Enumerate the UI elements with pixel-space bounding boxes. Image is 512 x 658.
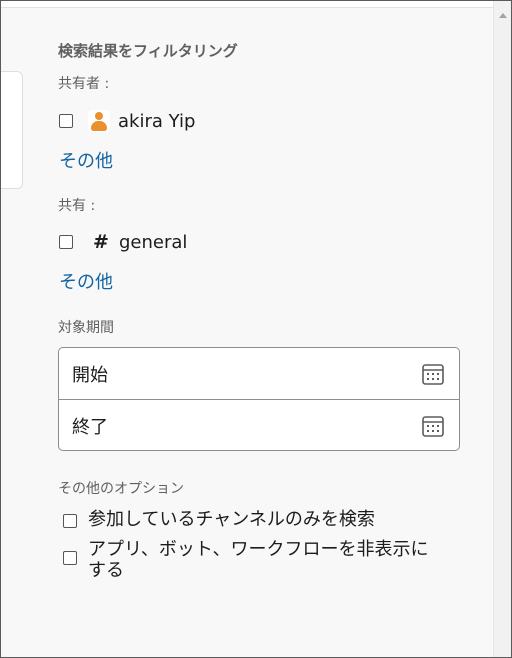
calendar-icon[interactable] — [421, 362, 445, 386]
top-edge — [1, 1, 495, 8]
only-joined-channels-label: 参加しているチャンネルのみを検索 — [88, 509, 375, 530]
shared-by-checkbox[interactable] — [59, 114, 73, 128]
channel-name: general — [119, 231, 188, 253]
hash-icon: # — [93, 230, 109, 253]
start-date-field[interactable]: 開始 — [59, 348, 459, 399]
shared-by-option[interactable]: akira Yip — [59, 109, 195, 133]
only-joined-channels-option[interactable]: 参加しているチャンネルのみを検索 — [63, 509, 448, 530]
date-range-label: 対象期間 — [58, 320, 114, 336]
hide-apps-bots-option[interactable]: アプリ、ボット、ワークフローを非表示にする — [63, 539, 438, 581]
shared-by-user-name: akira Yip — [118, 110, 196, 132]
shared-by-more-link[interactable]: その他 — [59, 147, 113, 173]
shared-in-checkbox[interactable] — [59, 235, 73, 249]
end-date-field[interactable]: 終了 — [59, 399, 459, 451]
filter-panel: 検索結果をフィルタリング 共有者 : akira Yip その他 共有 : # … — [0, 0, 512, 658]
user-avatar-icon — [88, 110, 110, 132]
shared-in-more-link[interactable]: その他 — [59, 268, 113, 294]
shared-in-option[interactable]: # general — [59, 230, 187, 254]
vertical-scrollbar[interactable] — [493, 1, 511, 657]
shared-in-label: 共有 : — [58, 198, 96, 214]
only-joined-channels-checkbox[interactable] — [63, 514, 77, 528]
scroll-up-arrow-icon[interactable] — [499, 13, 507, 18]
calendar-icon[interactable] — [421, 414, 445, 438]
date-range-box: 開始 終了 — [58, 347, 460, 451]
background-card-edge — [1, 71, 23, 189]
other-options-label: その他のオプション — [58, 481, 184, 497]
end-date-placeholder: 終了 — [72, 416, 108, 438]
shared-by-label: 共有者 : — [58, 76, 110, 92]
filter-heading: 検索結果をフィルタリング — [58, 42, 238, 60]
start-date-placeholder: 開始 — [72, 364, 108, 386]
hide-apps-bots-checkbox[interactable] — [63, 551, 77, 565]
hide-apps-bots-label: アプリ、ボット、ワークフローを非表示にする — [88, 539, 429, 581]
